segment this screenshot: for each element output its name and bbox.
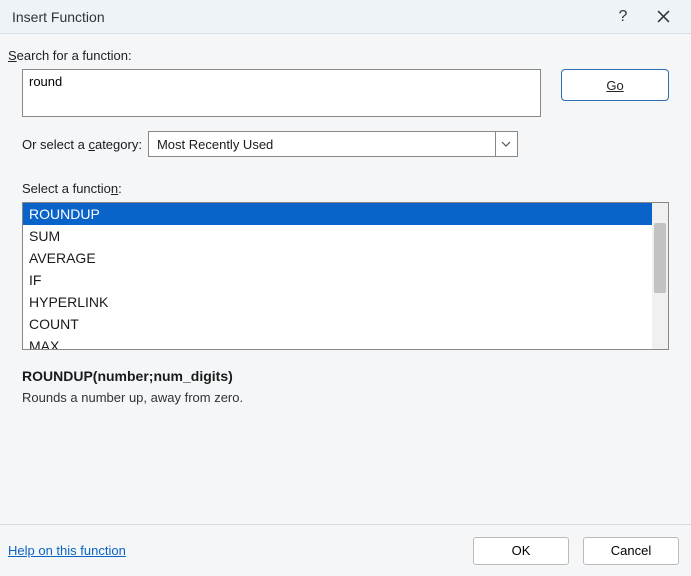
category-selected: Most Recently Used — [149, 137, 495, 152]
chevron-down-icon[interactable] — [495, 132, 517, 156]
list-item[interactable]: HYPERLINK — [23, 291, 652, 313]
dialog-footer: Help on this function OK Cancel — [0, 524, 691, 576]
list-item[interactable]: SUM — [23, 225, 652, 247]
list-item[interactable]: MAX — [23, 335, 652, 350]
select-function-label: Select a function: — [22, 181, 669, 196]
go-button[interactable]: Go — [561, 69, 669, 101]
function-signature: ROUNDUP(number;num_digits) — [22, 368, 669, 384]
titlebar: Insert Function ? — [0, 0, 691, 34]
list-item[interactable]: AVERAGE — [23, 247, 652, 269]
function-items: ROUNDUPSUMAVERAGEIFHYPERLINKCOUNTMAX — [23, 203, 652, 349]
function-description-text: Rounds a number up, away from zero. — [22, 390, 669, 405]
list-item[interactable]: IF — [23, 269, 652, 291]
help-icon[interactable]: ? — [603, 2, 643, 32]
ok-button[interactable]: OK — [473, 537, 569, 565]
help-link[interactable]: Help on this function — [8, 543, 126, 558]
function-description: ROUNDUP(number;num_digits) Rounds a numb… — [22, 368, 669, 405]
dialog-content: Search for a function: Go Or select a ca… — [0, 34, 691, 405]
list-item[interactable]: ROUNDUP — [23, 203, 652, 225]
list-item[interactable]: COUNT — [23, 313, 652, 335]
close-icon[interactable] — [643, 2, 683, 32]
search-label: Search for a function: — [8, 48, 669, 63]
cancel-button[interactable]: Cancel — [583, 537, 679, 565]
category-select[interactable]: Most Recently Used — [148, 131, 518, 157]
category-label: Or select a category: — [22, 137, 142, 152]
function-listbox[interactable]: ROUNDUPSUMAVERAGEIFHYPERLINKCOUNTMAX — [22, 202, 669, 350]
scrollbar-track[interactable] — [652, 203, 668, 349]
window-title: Insert Function — [12, 9, 603, 25]
scrollbar-thumb[interactable] — [654, 223, 666, 293]
search-input[interactable] — [22, 69, 541, 117]
scrollbar[interactable] — [652, 203, 668, 349]
